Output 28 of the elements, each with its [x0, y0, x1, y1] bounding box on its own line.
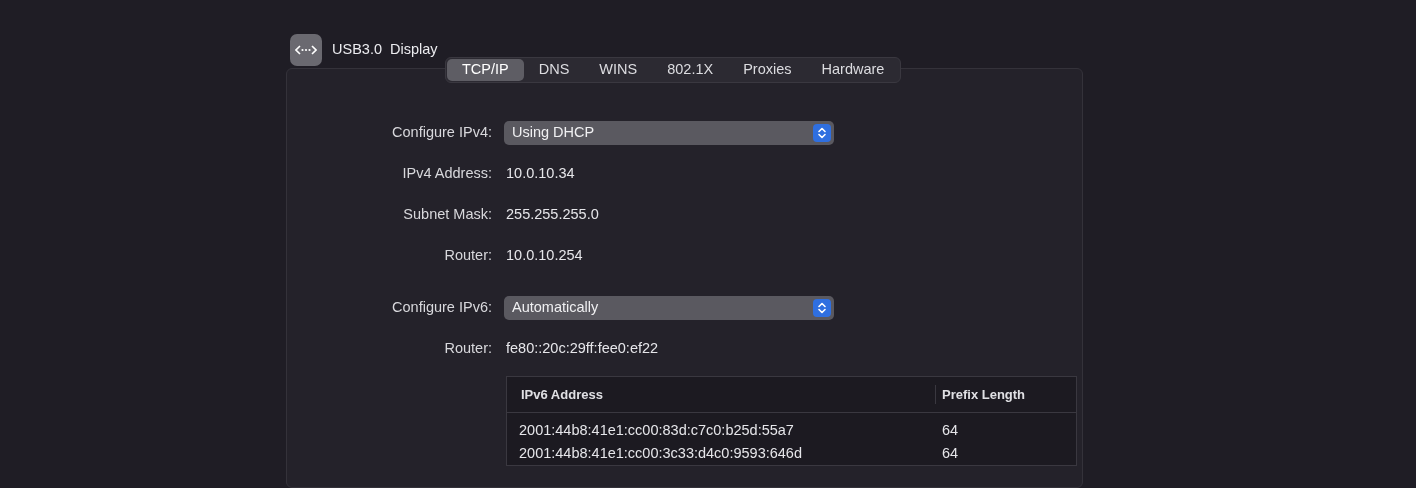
- service-title: USB3.0 Display: [332, 40, 438, 60]
- popup-button[interactable]: Automatically: [504, 296, 834, 320]
- field-label: Configure IPv6:: [391, 298, 493, 318]
- field-value: 10.0.10.34: [506, 164, 575, 184]
- field-value: 255.255.255.0: [506, 205, 599, 225]
- table-cell-text: 2001:44b8:41e1:cc00:83d:c7c0:b25d:55a7: [518, 420, 795, 440]
- field-value: fe80::20c:29ff:fee0:ef22: [506, 339, 659, 359]
- tab[interactable]: WINS: [584, 59, 653, 81]
- column-header[interactable]: Prefix Length: [936, 384, 1026, 405]
- stepper-icon: [813, 299, 831, 317]
- field-label: Router:: [443, 339, 493, 359]
- field-label: Subnet Mask:: [402, 205, 493, 225]
- table-cell-text: 64: [941, 443, 959, 463]
- stepper-icon: [813, 124, 831, 142]
- tab[interactable]: TCP/IP: [447, 59, 524, 81]
- tab[interactable]: Hardware: [806, 59, 900, 81]
- column-header[interactable]: IPv6 Address: [507, 384, 936, 405]
- tab[interactable]: 802.1X: [652, 59, 729, 81]
- popup-button[interactable]: Using DHCP: [504, 121, 834, 145]
- table-cell-text: 2001:44b8:41e1:cc00:3c33:d4c0:9593:646d: [518, 443, 803, 463]
- field-label: Configure IPv4:: [391, 123, 493, 143]
- field-label: IPv4 Address:: [401, 164, 493, 184]
- tab[interactable]: Proxies: [728, 59, 807, 81]
- tab[interactable]: DNS: [523, 59, 585, 81]
- field-value: 10.0.10.254: [506, 246, 583, 266]
- network-icon: [290, 34, 322, 66]
- table-cell-text: 64: [941, 420, 959, 440]
- field-label: Router:: [443, 246, 493, 266]
